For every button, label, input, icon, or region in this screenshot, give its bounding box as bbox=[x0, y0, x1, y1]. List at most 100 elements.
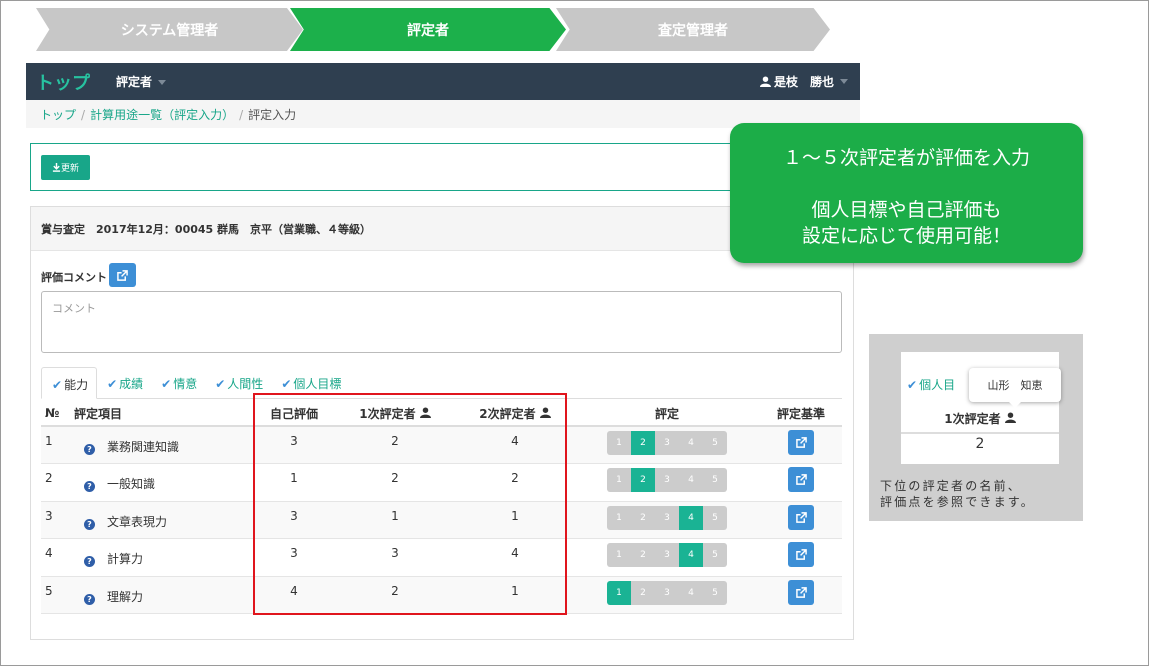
rating-option[interactable]: 5 bbox=[703, 431, 727, 455]
rating-option[interactable]: 4 bbox=[679, 468, 703, 492]
rating-option[interactable]: 4 bbox=[679, 580, 703, 605]
check-icon: ✔ bbox=[215, 377, 226, 391]
help-icon[interactable]: ? bbox=[84, 481, 95, 492]
row-item: ? 理解力 bbox=[74, 576, 254, 614]
check-icon: ✔ bbox=[161, 377, 172, 391]
step-system-admin: システム管理者 bbox=[36, 8, 303, 51]
rater-tooltip-preview: ✔ 個人目 1次評定者 2 山形 知恵 下位の評定者の名前、 評価点を参照できます… bbox=[869, 334, 1083, 521]
rater-columns-highlight bbox=[253, 393, 567, 615]
breadcrumb-list[interactable]: 計算用途一覧（評定入力） bbox=[90, 108, 234, 122]
rating-option[interactable]: 1 bbox=[607, 468, 631, 492]
row-item-label: 業務関連知識 bbox=[107, 440, 180, 454]
breadcrumb-separator: / bbox=[81, 108, 86, 122]
comment-placeholder: コメント bbox=[52, 302, 96, 315]
rating-option[interactable]: 5 bbox=[703, 468, 727, 492]
rating-option[interactable]: 3 bbox=[655, 431, 679, 455]
rating-option[interactable]: 2 bbox=[631, 468, 655, 492]
row-rating-scale: 12345 bbox=[574, 426, 760, 464]
criteria-button[interactable] bbox=[788, 504, 814, 530]
preview-note-line-2: 評価点を参照できます。 bbox=[880, 495, 1036, 509]
preview-tab-label: 個人目 bbox=[919, 378, 956, 392]
update-button[interactable]: 更新 bbox=[41, 155, 90, 180]
breadcrumb-top[interactable]: トップ bbox=[40, 108, 76, 122]
criteria-button[interactable] bbox=[788, 542, 814, 567]
rating-option[interactable]: 1 bbox=[607, 543, 631, 567]
rating-option[interactable]: 3 bbox=[655, 468, 679, 492]
rating-option[interactable]: 4 bbox=[679, 543, 703, 567]
comment-edit-button[interactable] bbox=[109, 263, 136, 287]
rating-option[interactable]: 2 bbox=[631, 580, 655, 605]
rating-option[interactable]: 1 bbox=[607, 580, 631, 605]
step-assessment-admin: 査定管理者 bbox=[556, 8, 830, 51]
help-icon[interactable]: ? bbox=[84, 444, 95, 455]
tab-attitude[interactable]: ✔ 情意 bbox=[151, 367, 205, 399]
rating-option[interactable]: 4 bbox=[679, 505, 703, 530]
role-dropdown[interactable]: 評定者 bbox=[116, 73, 167, 90]
preview-header-label[interactable]: 1次評定者 bbox=[944, 412, 1000, 426]
tab-label: 人間性 bbox=[227, 377, 264, 391]
step-label: システム管理者 bbox=[120, 22, 219, 39]
preview-value: 2 bbox=[975, 436, 985, 452]
rating-option[interactable]: 5 bbox=[703, 543, 727, 567]
breadcrumb: トップ / 計算用途一覧（評定入力） / 評定入力 bbox=[26, 100, 860, 128]
comment-textarea[interactable]: コメント bbox=[41, 291, 842, 353]
row-item-label: 一般知識 bbox=[107, 477, 156, 491]
external-link-icon bbox=[795, 474, 807, 485]
rating-option[interactable]: 1 bbox=[607, 431, 631, 455]
rating-option[interactable]: 2 bbox=[631, 543, 655, 567]
rating-option[interactable]: 3 bbox=[655, 580, 679, 605]
callout-line-3: 設定に応じて使用可能！ bbox=[801, 225, 1011, 247]
row-rating-scale: 12345 bbox=[574, 576, 760, 614]
criteria-button[interactable] bbox=[788, 467, 814, 492]
preview-tab: ✔ 個人目 bbox=[907, 376, 955, 393]
caret-down-icon bbox=[158, 80, 167, 85]
rating-option[interactable]: 3 bbox=[655, 505, 679, 530]
rating-option[interactable]: 2 bbox=[631, 505, 655, 530]
comment-label: 評価コメント bbox=[41, 271, 107, 284]
row-no: 4 bbox=[41, 538, 74, 577]
rating-scale: 12345 bbox=[607, 431, 727, 455]
tab-label: 成績 bbox=[119, 377, 144, 391]
rating-option[interactable]: 3 bbox=[655, 543, 679, 567]
row-criteria bbox=[760, 538, 842, 577]
rating-option[interactable]: 2 bbox=[631, 431, 655, 455]
row-rating-scale: 12345 bbox=[574, 463, 760, 502]
caret-down-icon bbox=[840, 79, 848, 84]
tab-performance[interactable]: ✔ 成績 bbox=[97, 367, 151, 399]
top-navbar: トップ 評定者 是枝 勝也 bbox=[26, 63, 860, 100]
row-item: ? 文章表現力 bbox=[74, 501, 254, 539]
rating-option[interactable]: 1 bbox=[607, 505, 631, 530]
step-label: 評定者 bbox=[407, 22, 449, 39]
col-item: 評定項目 bbox=[74, 401, 254, 427]
brand-link[interactable]: トップ bbox=[36, 69, 90, 95]
download-icon bbox=[52, 163, 61, 172]
step-rater: 評定者 bbox=[290, 8, 566, 51]
criteria-button[interactable] bbox=[788, 430, 814, 455]
role-label: 評定者 bbox=[116, 75, 153, 89]
row-item: ? 業務関連知識 bbox=[74, 426, 254, 464]
help-icon[interactable]: ? bbox=[84, 593, 95, 605]
rating-option[interactable]: 5 bbox=[703, 580, 727, 605]
user-dropdown[interactable]: 是枝 勝也 bbox=[759, 73, 848, 90]
preview-note-line-1: 下位の評定者の名前、 bbox=[880, 479, 1023, 493]
tab-label: 情意 bbox=[173, 377, 198, 391]
check-icon: ✔ bbox=[281, 377, 292, 391]
breadcrumb-separator: / bbox=[239, 108, 244, 122]
criteria-button[interactable] bbox=[788, 579, 814, 605]
preview-note: 下位の評定者の名前、 評価点を参照できます。 bbox=[880, 478, 1035, 510]
row-no: 2 bbox=[41, 463, 74, 502]
user-name: 是枝 勝也 bbox=[773, 75, 834, 89]
row-rating-scale: 12345 bbox=[574, 501, 760, 539]
help-icon[interactable]: ? bbox=[84, 556, 95, 567]
external-link-icon bbox=[795, 437, 807, 448]
callout-line-2: 個人目標や自己評価も bbox=[811, 199, 1002, 221]
rating-option[interactable]: 5 bbox=[703, 505, 727, 530]
help-icon[interactable]: ? bbox=[84, 518, 95, 530]
check-icon: ✔ bbox=[907, 378, 918, 392]
tab-ability[interactable]: ✔ 能力 bbox=[41, 367, 98, 399]
callout-line-1: １～５次評定者が評価を入力 bbox=[782, 147, 1030, 169]
col-criteria: 評定基準 bbox=[760, 401, 842, 427]
rating-scale: 12345 bbox=[607, 505, 727, 530]
rating-option[interactable]: 4 bbox=[679, 431, 703, 455]
row-criteria bbox=[760, 576, 842, 614]
